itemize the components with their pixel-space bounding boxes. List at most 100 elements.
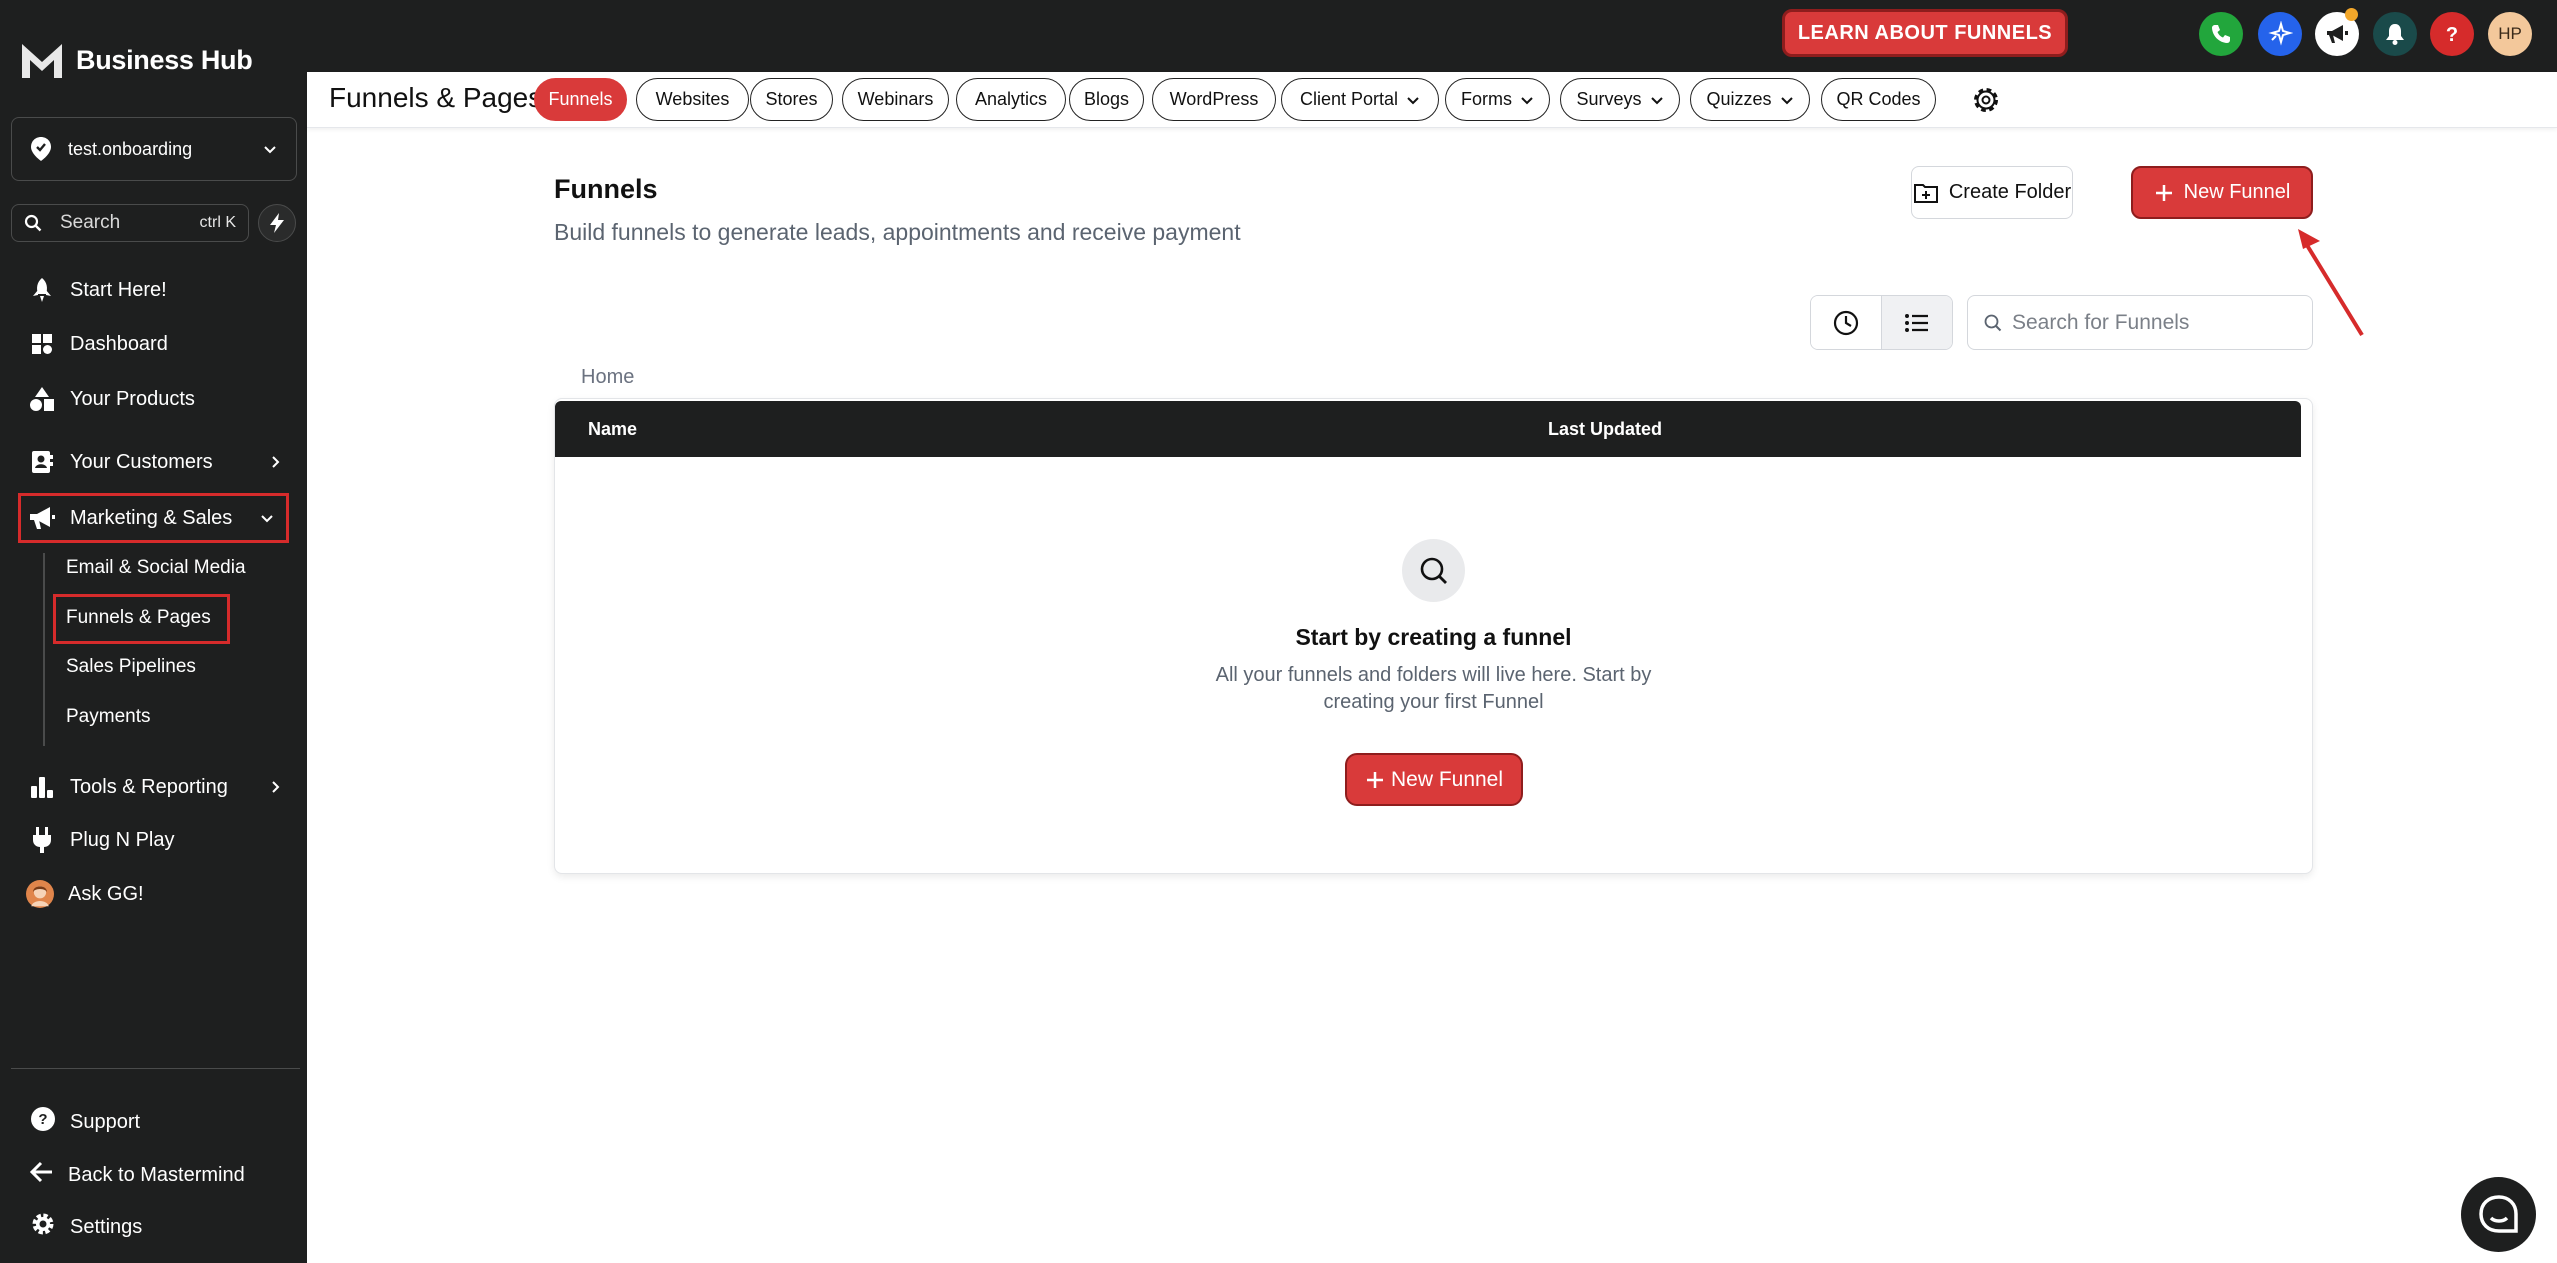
sidebar-item-tools-reporting[interactable]: Tools & Reporting <box>28 773 280 801</box>
sidebar-subitem-email-social[interactable]: Email & Social Media <box>66 557 246 579</box>
tab-wordpress[interactable]: WordPress <box>1152 78 1276 121</box>
sidebar-item-label: Start Here! <box>70 278 167 301</box>
brand[interactable]: Business Hub <box>20 40 253 80</box>
map-pin-icon <box>31 137 51 161</box>
plus-icon <box>2155 184 2172 201</box>
m-logo-icon <box>22 44 62 78</box>
chevron-down-icon <box>1521 96 1533 104</box>
tab-label: Quizzes <box>1706 89 1772 109</box>
bar-chart-icon <box>28 773 56 801</box>
sidebar-subitem-funnels-pages[interactable]: Funnels & Pages <box>66 607 211 629</box>
chat-widget-button[interactable] <box>2461 1177 2536 1252</box>
chevron-down-icon <box>1650 96 1663 104</box>
new-funnel-label: New Funnel <box>2183 181 2291 203</box>
tab-quizzes[interactable]: Quizzes <box>1690 78 1810 121</box>
table-header: Name Last Updated <box>555 401 2301 457</box>
page-subtitle: Build funnels to generate leads, appoint… <box>554 219 1241 245</box>
sidebar-subitem-payments[interactable]: Payments <box>66 706 150 728</box>
gear-icon[interactable] <box>1970 84 2002 116</box>
section-title: Funnels & Pages <box>329 82 543 113</box>
learn-about-funnels-button[interactable]: LEARN ABOUT FUNNELS <box>1782 9 2068 57</box>
page-title: Funnels <box>554 174 658 204</box>
tab-label: Forms <box>1461 89 1512 109</box>
column-header-last-updated[interactable]: Last Updated <box>1548 419 1662 440</box>
recent-view-button[interactable] <box>1811 296 1881 349</box>
avatar <box>26 880 54 908</box>
tab-client-portal[interactable]: Client Portal <box>1281 78 1439 121</box>
sidebar-item-support[interactable]: ? Support <box>30 1106 140 1138</box>
location-name: test.onboarding <box>68 138 193 159</box>
contact-card-icon <box>28 448 56 476</box>
arrow-left-icon <box>29 1161 54 1189</box>
sidebar-item-plug-n-play[interactable]: Plug N Play <box>28 826 175 854</box>
sidebar-item-settings[interactable]: Settings <box>30 1211 142 1243</box>
funnel-search-field[interactable] <box>1967 295 2313 350</box>
search-label: Search <box>60 212 121 233</box>
gear-icon <box>30 1211 56 1243</box>
sidebar-item-label: Plug N Play <box>70 828 175 851</box>
sidebar-item-marketing-sales[interactable]: Marketing & Sales <box>28 504 273 532</box>
clock-icon <box>1833 310 1859 335</box>
tab-label: Client Portal <box>1299 89 1399 109</box>
phone-button[interactable] <box>2199 12 2243 56</box>
tab-funnels[interactable]: Funnels <box>534 78 627 121</box>
rocket-icon <box>28 276 56 304</box>
sidebar-search[interactable]: Search ctrl K <box>11 204 249 242</box>
sidebar-divider <box>11 1068 300 1069</box>
sidebar-item-label: Support <box>70 1110 141 1133</box>
tab-surveys[interactable]: Surveys <box>1560 78 1680 121</box>
folder-plus-icon <box>1913 183 1938 203</box>
plug-icon <box>28 826 56 854</box>
empty-state-description: All your funnels and folders will live h… <box>1215 664 1652 713</box>
sidebar-item-ask-gg[interactable]: Ask GG! <box>26 880 144 908</box>
user-avatar[interactable]: HP <box>2488 12 2532 56</box>
empty-state-title: Start by creating a funnel <box>1295 624 1572 650</box>
svg-text:?: ? <box>2446 24 2458 45</box>
chevron-down-icon <box>1407 96 1419 104</box>
tab-websites[interactable]: Websites <box>636 78 749 121</box>
location-switcher[interactable]: test.onboarding <box>11 117 297 181</box>
submenu-line <box>43 553 45 746</box>
help-button[interactable]: ? <box>2430 12 2474 56</box>
empty-new-funnel-label: New Funnel <box>1390 767 1504 791</box>
help-circle-icon: ? <box>30 1106 56 1138</box>
sidebar-item-start-here[interactable]: Start Here! <box>28 276 167 304</box>
tab-blogs[interactable]: Blogs <box>1069 78 1144 121</box>
chevron-down-icon <box>264 146 276 154</box>
create-folder-label: Create Folder <box>1948 181 2072 203</box>
chat-icon <box>2478 1194 2518 1233</box>
column-header-name[interactable]: Name <box>588 419 637 440</box>
tab-label: Surveys <box>1576 89 1642 109</box>
tab-qr-codes[interactable]: QR Codes <box>1821 78 1936 121</box>
sidebar-item-your-customers[interactable]: Your Customers <box>28 448 280 476</box>
sidebar-item-label: Settings <box>70 1215 143 1238</box>
new-funnel-button[interactable]: New Funnel <box>2131 166 2313 219</box>
tab-stores[interactable]: Stores <box>750 78 833 121</box>
sparkle-icon <box>2268 21 2293 46</box>
create-folder-button[interactable]: Create Folder <box>1911 166 2073 219</box>
chevron-right-icon <box>272 456 280 468</box>
ai-assistant-button[interactable] <box>2258 12 2302 56</box>
list-icon <box>1905 313 1928 332</box>
sidebar-item-label: Your Customers <box>70 450 213 473</box>
quick-actions-button[interactable] <box>258 204 296 242</box>
funnel-search-input[interactable] <box>2012 310 2292 335</box>
tab-analytics[interactable]: Analytics <box>956 78 1066 121</box>
chevron-right-icon <box>272 781 280 793</box>
breadcrumb[interactable]: Home <box>581 366 634 389</box>
notification-dot <box>2345 8 2358 21</box>
sidebar-item-your-products[interactable]: Your Products <box>28 385 195 413</box>
tab-webinars[interactable]: Webinars <box>842 78 949 121</box>
brand-name: Business Hub <box>76 44 253 75</box>
megaphone-icon <box>2327 25 2348 43</box>
list-view-button[interactable] <box>1881 296 1952 349</box>
notifications-button[interactable] <box>2373 12 2417 56</box>
funnels-subnav: Funnels & Pages Funnels Websites Stores … <box>307 72 2557 128</box>
tab-forms[interactable]: Forms <box>1445 78 1550 121</box>
sidebar-item-dashboard[interactable]: Dashboard <box>28 330 168 358</box>
sidebar-subitem-sales-pipelines[interactable]: Sales Pipelines <box>66 656 196 678</box>
empty-new-funnel-button[interactable]: New Funnel <box>1345 753 1523 806</box>
lightning-icon <box>270 213 284 233</box>
search-icon <box>24 214 42 232</box>
sidebar-item-back-to-mastermind[interactable]: Back to Mastermind <box>29 1161 245 1189</box>
